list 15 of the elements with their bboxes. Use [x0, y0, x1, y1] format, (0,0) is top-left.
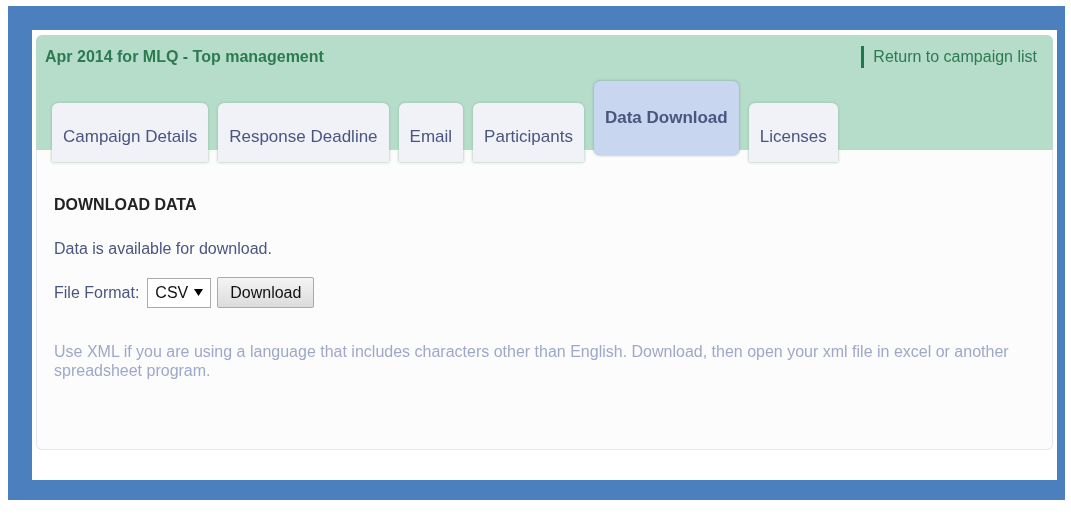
- help-note: Use XML if you are using a language that includes characters other than English. Download, then open your xml file in excel or another spreadsheet program.: [54, 342, 1010, 380]
- tab[interactable]: Campaign Details: [52, 103, 209, 162]
- tab[interactable]: Licenses: [748, 103, 838, 162]
- return-link[interactable]: Return to campaign list: [861, 46, 1037, 68]
- format-dropdown[interactable]: CSV: [147, 277, 212, 308]
- field-label: File Format:: [54, 283, 140, 302]
- tab[interactable]: Email: [398, 103, 464, 162]
- caret-icon: [194, 289, 204, 296]
- tab[interactable]: Response Deadline: [218, 103, 389, 162]
- section-heading: DOWNLOAD DATA: [54, 196, 198, 214]
- campaign-title: Apr 2014 for MLQ - Top management: [45, 48, 324, 66]
- status-text: Data is available for download.: [54, 240, 273, 258]
- tab[interactable]: Data Download: [593, 81, 739, 155]
- tab[interactable]: Participants: [473, 103, 584, 162]
- download-button[interactable]: Download: [217, 277, 315, 308]
